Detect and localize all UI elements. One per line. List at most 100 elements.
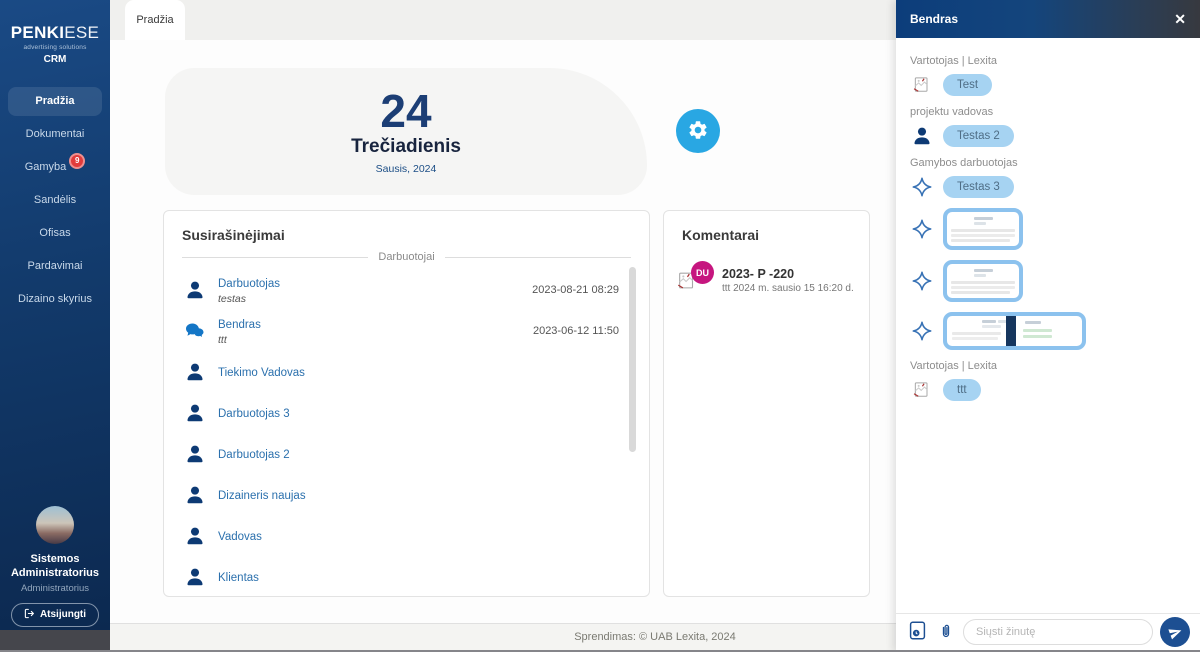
user-avatar xyxy=(36,506,74,544)
message-timestamp: 2023-08-21 08:29 xyxy=(532,284,619,296)
person-icon xyxy=(182,361,208,383)
comment-avatar-badge: DU xyxy=(691,261,714,284)
image-message-thumbnail[interactable] xyxy=(943,260,1023,302)
sidebar: PENKIESE advertising solutions CRM Pradž… xyxy=(0,0,110,630)
chat-input-bar xyxy=(896,613,1200,652)
conversation-item[interactable]: Tiekimo Vadovas xyxy=(182,351,619,392)
person-icon xyxy=(182,402,208,424)
footer-text: Sprendimas: © UAB Lexita, 2024 xyxy=(574,631,736,643)
logout-icon xyxy=(24,608,35,622)
contact-name[interactable]: Darbuotojas xyxy=(218,278,280,290)
chat-title: Bendras xyxy=(910,12,958,26)
person-icon xyxy=(182,279,208,301)
comment-title: 2023- P -220 xyxy=(722,267,854,281)
settings-button[interactable] xyxy=(676,109,720,153)
person-icon xyxy=(182,566,208,588)
sidebar-item-ofisas[interactable]: Ofisas xyxy=(0,217,110,250)
chat-bubble: Testas 3 xyxy=(943,176,1014,198)
sidebar-item-label: Sandėlis xyxy=(34,194,76,206)
close-icon[interactable]: ✕ xyxy=(1174,12,1186,26)
contact-name[interactable]: Darbuotojas 2 xyxy=(218,449,290,461)
message-input[interactable] xyxy=(963,619,1153,645)
sidebar-item-pardavimai[interactable]: Pardavimai xyxy=(0,250,110,283)
last-message-preview: ttt xyxy=(218,334,533,346)
sidebar-item-label: Dokumentai xyxy=(26,128,85,140)
comments-panel-title: Komentarai xyxy=(664,211,869,249)
sidebar-item-label: Ofisas xyxy=(39,227,70,239)
sidebar-item-gamyba[interactable]: Gamyba9 xyxy=(0,151,110,184)
contact-name[interactable]: Dizaineris naujas xyxy=(218,490,306,502)
last-message-preview: testas xyxy=(218,293,532,305)
conversation-item[interactable]: Bendras ttt2023-06-12 11:50 xyxy=(182,310,619,351)
sidebar-item-label: Pradžia xyxy=(35,95,74,107)
logo-tagline: advertising solutions xyxy=(0,44,110,51)
person-icon xyxy=(910,125,934,147)
sidebar-menu: Pradžia Dokumentai Gamyba9 Sandėlis Ofisas Pa… xyxy=(0,87,110,316)
gear-icon xyxy=(687,119,709,144)
image-message-thumbnail[interactable] xyxy=(943,312,1086,350)
conversation-item[interactable]: Klientas xyxy=(182,556,619,597)
brand-name: PENKIESE xyxy=(0,24,110,43)
chat-image-message xyxy=(910,260,1186,302)
messages-scrollbar[interactable] xyxy=(629,267,636,452)
contact-name[interactable]: Tiekimo Vadovas xyxy=(218,367,305,379)
sidebar-item-prad-ia[interactable]: Pradžia xyxy=(8,87,102,116)
chat-bubble: Test xyxy=(943,74,992,96)
broken-image-icon xyxy=(910,75,934,95)
chat-panel: Bendras ✕ Vartotojas | Lexita Test projekt… xyxy=(896,0,1200,652)
chat-bubbles-icon xyxy=(182,319,208,343)
chat-sender-label: projektu vadovas xyxy=(910,106,1186,118)
chat-messages: Vartotojas | Lexita Test projektu vadovas T… xyxy=(896,38,1200,613)
sidebar-item-label: Pardavimai xyxy=(27,260,82,272)
logout-button[interactable]: Atsijungti xyxy=(11,603,99,627)
sidebar-item-label: Dizaino skyrius xyxy=(18,293,92,305)
messages-panel-title: Susirašinėjimai xyxy=(164,211,649,249)
chat-sender-label: Vartotojas | Lexita xyxy=(910,360,1186,372)
photo-icon xyxy=(908,620,927,644)
date-card: 24 Trečiadienis Sausis, 2024 xyxy=(165,68,647,195)
chat-text-message: Testas 3 xyxy=(910,176,1186,198)
user-block: Sistemos Administratorius Administratori… xyxy=(0,506,110,627)
contact-name[interactable]: Vadovas xyxy=(218,531,262,543)
user-name: Sistemos Administratorius xyxy=(0,552,110,581)
contact-name[interactable]: Klientas xyxy=(218,572,259,584)
conversation-item[interactable]: Darbuotojas 3 xyxy=(182,392,619,433)
sidebar-item-dizaino-skyrius[interactable]: Dizaino skyrius xyxy=(0,283,110,316)
chat-bubble: Testas 2 xyxy=(943,125,1014,147)
conversation-item[interactable]: Darbuotojas 2 xyxy=(182,433,619,474)
sidebar-bottom-strip xyxy=(0,630,110,652)
conversation-item[interactable]: Vadovas xyxy=(182,515,619,556)
chat-sender-label: Gamybos darbuotojas xyxy=(910,157,1186,169)
conversation-item[interactable]: Dizaineris naujas xyxy=(182,474,619,515)
logo: PENKIESE advertising solutions CRM xyxy=(0,24,110,65)
send-icon xyxy=(1165,622,1184,641)
photo-attach-button[interactable] xyxy=(906,618,929,646)
sidebar-item-sand-lis[interactable]: Sandėlis xyxy=(0,184,110,217)
chat-text-message: Test xyxy=(910,74,1186,96)
chat-bubble: ttt xyxy=(943,379,981,401)
messages-list: Darbuotojas testas2023-08-21 08:29 Bendras… xyxy=(164,267,649,599)
messages-group-divider: Darbuotojai xyxy=(182,251,631,263)
paperclip-icon xyxy=(938,621,954,644)
sidebar-item-dokumentai[interactable]: Dokumentai xyxy=(0,118,110,151)
logout-label: Atsijungti xyxy=(40,609,86,620)
file-attach-button[interactable] xyxy=(936,619,956,646)
logo-product: CRM xyxy=(0,54,110,65)
sparkle-icon xyxy=(910,270,934,292)
sparkle-icon xyxy=(910,320,934,342)
send-button[interactable] xyxy=(1160,617,1190,647)
comment-avatar: DU xyxy=(676,263,714,297)
comment-item[interactable]: DU 2023- P -220 ttt 2024 m. sausio 15 16… xyxy=(664,249,869,311)
chat-image-message xyxy=(910,208,1186,250)
sparkle-icon xyxy=(910,176,934,198)
chat-sender-label: Vartotojas | Lexita xyxy=(910,55,1186,67)
divider-label: Darbuotojai xyxy=(378,251,434,263)
conversation-item[interactable]: Darbuotojas testas2023-08-21 08:29 xyxy=(182,269,619,310)
contact-name[interactable]: Bendras xyxy=(218,319,261,331)
contact-name[interactable]: Darbuotojas 3 xyxy=(218,408,290,420)
chat-image-message xyxy=(910,312,1186,350)
tab-pradzia[interactable]: Pradžia xyxy=(125,0,185,40)
image-message-thumbnail[interactable] xyxy=(943,208,1023,250)
message-timestamp: 2023-06-12 11:50 xyxy=(533,325,619,337)
chat-header: Bendras ✕ xyxy=(896,0,1200,38)
